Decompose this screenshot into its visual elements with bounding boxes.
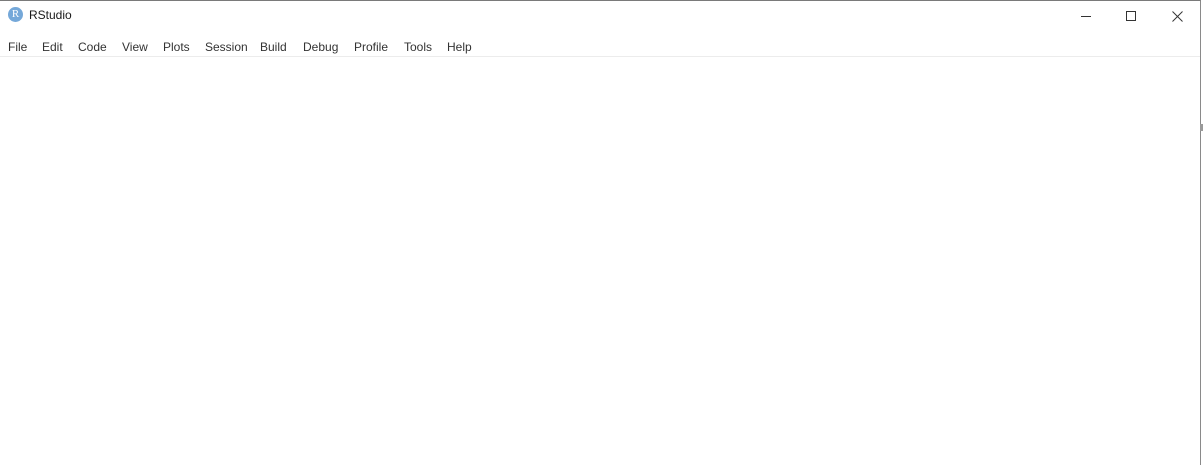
menu-bar: File Edit Code View Plots Session Build …: [0, 31, 1200, 57]
main-content-area: [0, 57, 1200, 466]
minimize-button[interactable]: [1063, 1, 1109, 31]
menu-code[interactable]: Code: [78, 39, 107, 55]
close-button[interactable]: [1154, 1, 1200, 31]
minimize-icon: [1081, 16, 1091, 17]
menu-file[interactable]: File: [8, 39, 27, 55]
title-bar[interactable]: R RStudio: [0, 1, 1200, 31]
rstudio-window: R RStudio File Edit Code View Plots Sess…: [0, 0, 1201, 466]
menu-build[interactable]: Build: [260, 39, 287, 55]
menu-debug[interactable]: Debug: [303, 39, 338, 55]
maximize-icon: [1126, 11, 1136, 21]
menu-tools[interactable]: Tools: [404, 39, 432, 55]
menu-help[interactable]: Help: [447, 39, 472, 55]
menu-edit[interactable]: Edit: [42, 39, 63, 55]
menu-session[interactable]: Session: [205, 39, 248, 55]
rstudio-logo-icon: R: [8, 7, 23, 22]
menu-plots[interactable]: Plots: [163, 39, 190, 55]
window-title: RStudio: [29, 8, 72, 22]
menu-view[interactable]: View: [122, 39, 148, 55]
maximize-button[interactable]: [1108, 1, 1154, 31]
menu-profile[interactable]: Profile: [354, 39, 388, 55]
close-icon: [1171, 10, 1183, 22]
